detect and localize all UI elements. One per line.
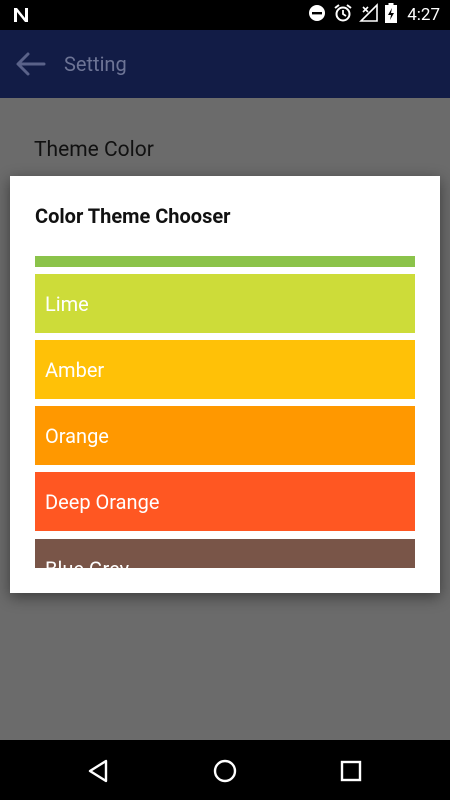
app-toolbar: Setting <box>0 30 450 98</box>
theme-color-label[interactable]: Theme Color <box>34 138 154 162</box>
color-option-label: Blue Grey <box>45 557 129 569</box>
home-circle-icon[interactable] <box>212 758 238 784</box>
color-option-deep-orange[interactable]: Deep Orange <box>35 472 415 531</box>
color-option-label: Lime <box>45 291 89 316</box>
color-option-lime[interactable]: Lime <box>35 274 415 333</box>
signal-icon <box>359 3 379 27</box>
color-option-label: Orange <box>45 423 109 448</box>
status-time: 4:27 <box>407 5 440 25</box>
color-option-light-green[interactable] <box>35 256 415 267</box>
recents-square-icon[interactable] <box>338 758 364 784</box>
arrow-back-icon[interactable] <box>14 50 48 78</box>
color-option-orange[interactable]: Orange <box>35 406 415 465</box>
color-option-blue-grey[interactable]: Blue Grey <box>35 539 415 568</box>
color-option-label: Amber <box>45 357 105 382</box>
color-option-amber[interactable]: Amber <box>35 340 415 399</box>
do-not-disturb-icon <box>307 3 327 27</box>
toolbar-title: Setting <box>64 52 127 76</box>
color-option-label: Deep Orange <box>45 489 160 514</box>
back-triangle-icon[interactable] <box>86 758 112 784</box>
n-notification-icon <box>12 6 30 28</box>
navigation-bar <box>0 740 450 800</box>
status-bar: 4:27 <box>0 0 450 30</box>
dialog-title: Color Theme Chooser <box>35 204 231 228</box>
alarm-icon <box>333 3 353 27</box>
battery-charging-icon <box>385 3 398 27</box>
color-list[interactable]: Lime Amber Orange Deep Orange Blue Grey <box>35 256 415 568</box>
color-theme-dialog: Color Theme Chooser Lime Amber Orange De… <box>10 176 440 593</box>
